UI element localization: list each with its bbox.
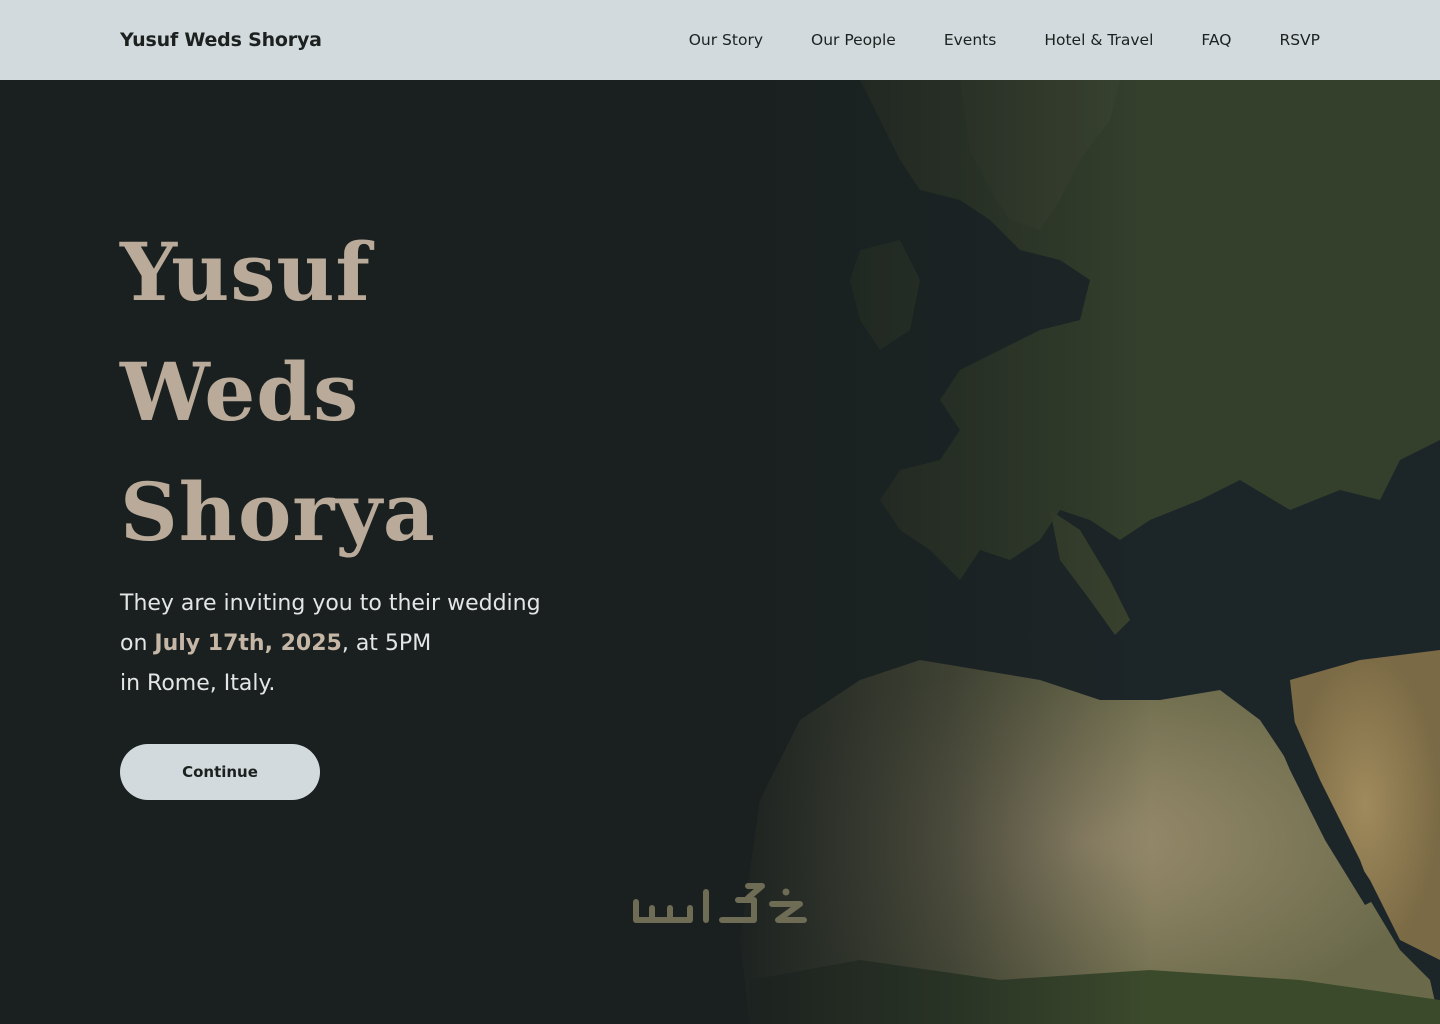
continue-button[interactable]: Continue (120, 744, 320, 800)
brand-title[interactable]: Yusuf Weds Shorya (120, 29, 322, 51)
invite-line-2-suffix: , at 5PM (341, 631, 432, 656)
nav-hotel-travel-link[interactable]: Hotel & Travel (1044, 31, 1153, 49)
invite-line-2: on July 17th, 2025, at 5PM (120, 624, 541, 664)
khamsat-logo-icon (633, 883, 807, 923)
wedding-date: July 17th, 2025 (154, 631, 342, 656)
top-navigation-bar: Yusuf Weds Shorya Our Story Our People E… (0, 0, 1440, 80)
invitation-text: They are inviting you to their wedding o… (120, 584, 541, 704)
nav-events-link[interactable]: Events (944, 31, 996, 49)
title-line-yusuf: Yusuf (120, 225, 371, 319)
title-line-weds: Weds (120, 345, 360, 439)
nav-our-people-link[interactable]: Our People (811, 31, 896, 49)
title-line-shorya: Shorya (120, 465, 436, 559)
couple-names-heading: Yusuf Weds Shorya (120, 212, 436, 572)
invite-line-2-prefix: on (120, 631, 155, 656)
invite-line-1: They are inviting you to their wedding (120, 591, 541, 616)
nav-rsvp-link[interactable]: RSVP (1279, 31, 1320, 49)
invite-line-3: in Rome, Italy. (120, 671, 276, 696)
nav-faq-link[interactable]: FAQ (1201, 31, 1231, 49)
main-nav: Our Story Our People Events Hotel & Trav… (641, 31, 1320, 49)
nav-our-story-link[interactable]: Our Story (689, 31, 763, 49)
